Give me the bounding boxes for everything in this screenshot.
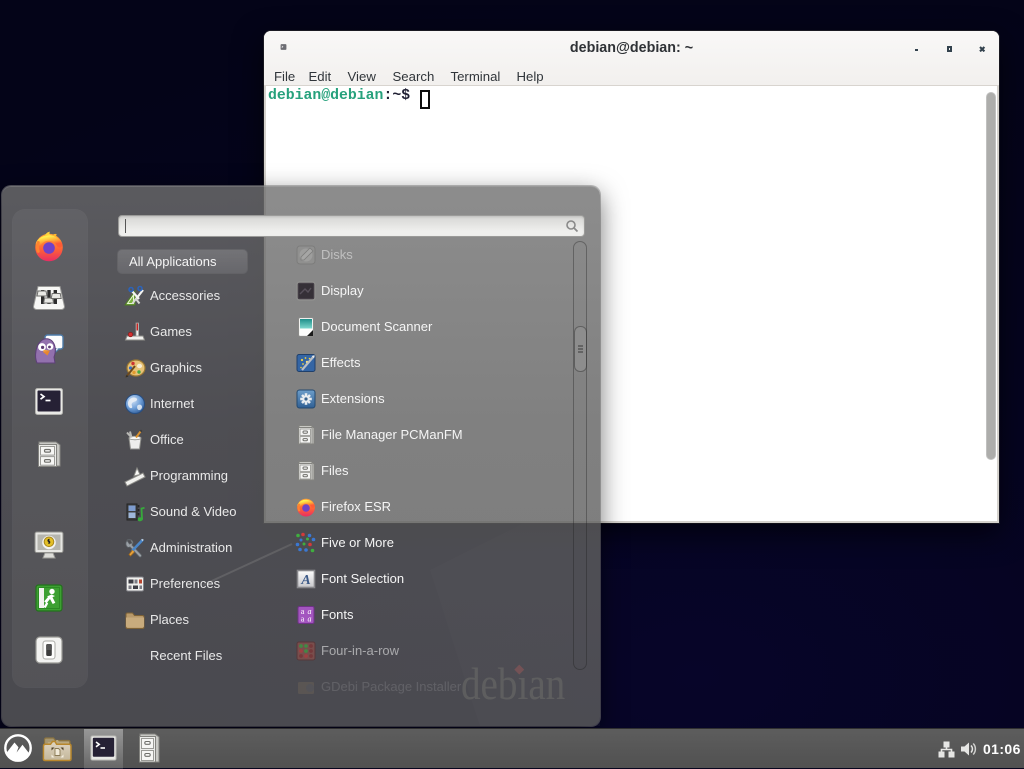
svg-text:A: A [300,573,310,588]
svg-text:a: a [308,615,312,624]
svg-text:a: a [301,615,305,624]
